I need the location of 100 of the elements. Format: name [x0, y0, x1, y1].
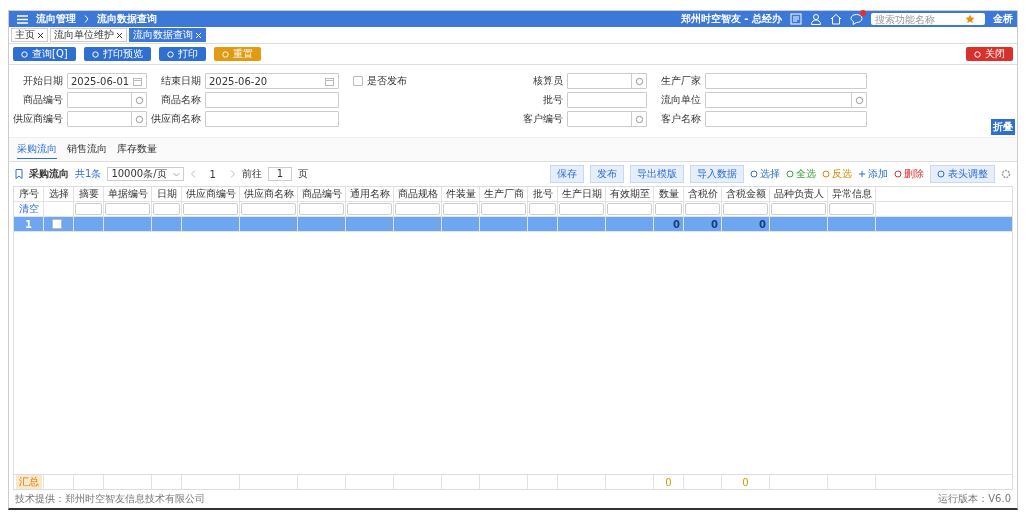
column-filter-field[interactable]	[771, 203, 826, 215]
column-filter-field[interactable]	[723, 203, 768, 215]
column-header[interactable]: 生产日期	[561, 187, 602, 201]
close-icon[interactable]	[37, 31, 44, 39]
user-icon[interactable]	[810, 13, 822, 25]
column-header[interactable]: 有效期至	[609, 187, 650, 201]
section-tab[interactable]: 库存数量	[117, 142, 157, 159]
lookup-field[interactable]	[67, 92, 147, 108]
page-tab[interactable]: 流向单位维护	[50, 28, 127, 42]
toolbar-button[interactable]: 打印	[158, 47, 206, 61]
column-header[interactable]: 异常信息	[831, 187, 872, 201]
column-header[interactable]: 商品规格	[397, 187, 438, 201]
home-icon[interactable]	[830, 13, 842, 25]
text-field[interactable]	[567, 92, 647, 108]
checkbox[interactable]	[353, 76, 363, 86]
column-filter-field[interactable]	[105, 203, 150, 215]
column-filter-field[interactable]	[481, 203, 526, 215]
document-icon[interactable]	[790, 13, 802, 25]
text-field[interactable]	[705, 111, 867, 127]
lookup-field[interactable]	[567, 111, 647, 127]
row-checkbox[interactable]	[52, 219, 62, 229]
clear-filters-link[interactable]: 清空	[18, 202, 39, 216]
column-filter-field[interactable]	[75, 203, 102, 215]
collapse-button[interactable]: 折叠	[991, 119, 1015, 135]
previous-page-icon[interactable]	[189, 170, 196, 178]
table-cell: 1	[25, 218, 32, 230]
column-adjust-button[interactable]: 表头调整	[930, 165, 995, 183]
toolbar-button[interactable]: 关闭	[966, 47, 1013, 61]
date-field[interactable]: 2025-06-20	[205, 73, 339, 89]
search-icon[interactable]	[634, 114, 644, 124]
column-header[interactable]: 批号	[532, 187, 553, 201]
grid-action-link[interactable]: 全选	[786, 167, 816, 181]
column-filter-field[interactable]	[183, 203, 238, 215]
page-size-select[interactable]: 10000条/页	[107, 167, 184, 181]
column-header[interactable]: 序号	[18, 187, 39, 201]
column-header[interactable]: 供应商名称	[243, 187, 294, 201]
column-filter-field[interactable]	[685, 203, 720, 215]
column-filter-field[interactable]	[529, 203, 556, 215]
column-filter-field[interactable]	[299, 203, 344, 215]
grid-action-link[interactable]: 添加	[858, 167, 888, 181]
page-number-field[interactable]: 1	[267, 167, 292, 181]
summary-value: 0	[742, 476, 749, 488]
menu-icon[interactable]	[17, 14, 28, 24]
next-page-icon[interactable]	[229, 170, 236, 178]
text-field[interactable]	[205, 92, 339, 108]
close-icon[interactable]	[116, 31, 123, 39]
column-filter-field[interactable]	[241, 203, 296, 215]
text-field[interactable]	[705, 73, 867, 89]
grid-action-button[interactable]: 导出模版	[630, 165, 684, 183]
column-header[interactable]: 含税金额	[725, 187, 766, 201]
star-icon[interactable]	[965, 14, 975, 24]
search-icon[interactable]	[634, 76, 644, 86]
page-tab[interactable]: 流向数据查询	[129, 28, 206, 42]
grid-action-button[interactable]: 导入数据	[690, 165, 744, 183]
grid-action-button[interactable]: 保存	[550, 165, 584, 183]
user-name[interactable]: 金桥	[993, 12, 1013, 26]
column-filter-field[interactable]	[443, 203, 478, 215]
column-header[interactable]: 商品编号	[301, 187, 342, 201]
section-tab[interactable]: 销售流向	[67, 142, 107, 159]
page-unit-label: 页	[297, 167, 308, 181]
column-filter-field[interactable]	[559, 203, 604, 215]
grid-action-button[interactable]: 发布	[590, 165, 624, 183]
column-filter-field[interactable]	[153, 203, 180, 215]
column-header[interactable]: 件装量	[445, 187, 476, 201]
chat-icon[interactable]	[850, 13, 863, 25]
calendar-icon[interactable]	[133, 76, 142, 86]
grid-action-link[interactable]: 选择	[750, 167, 780, 181]
column-filter-field[interactable]	[655, 203, 682, 215]
column-header[interactable]: 单据编号	[107, 187, 148, 201]
date-field[interactable]: 2025-06-01	[67, 73, 147, 89]
breadcrumb-item[interactable]: 流向管理	[36, 12, 76, 26]
column-filter-field[interactable]	[347, 203, 392, 215]
calendar-icon[interactable]	[325, 76, 334, 86]
settings-icon[interactable]	[1001, 169, 1011, 179]
toolbar-button[interactable]: 打印预览	[83, 47, 151, 61]
search-field[interactable]: 搜索功能名称	[871, 13, 985, 25]
column-header[interactable]: 日期	[156, 187, 177, 201]
column-header[interactable]: 选择	[48, 187, 69, 201]
table-row[interactable]: 1 0 0 0	[14, 217, 1012, 232]
column-filter-field[interactable]	[829, 203, 874, 215]
grid-action-link[interactable]: 删除	[894, 167, 924, 181]
section-tab[interactable]: 采购流向	[17, 142, 57, 159]
column-header[interactable]: 摘要	[78, 187, 99, 201]
column-filter-field[interactable]	[395, 203, 440, 215]
breadcrumb-item[interactable]: 流向数据查询	[97, 12, 157, 26]
toolbar-button[interactable]: 查询[Q]	[13, 47, 76, 61]
column-header[interactable]: 数量	[658, 187, 679, 201]
lookup-field[interactable]	[67, 111, 147, 127]
column-header[interactable]: 含税价	[687, 187, 718, 201]
column-header[interactable]: 生产厂商	[483, 187, 524, 201]
column-header[interactable]: 供应商编号	[185, 187, 236, 201]
search-icon[interactable]	[854, 95, 864, 105]
page-tab[interactable]: 主页	[11, 28, 48, 42]
lookup-field[interactable]	[705, 92, 867, 108]
column-filter-field[interactable]	[607, 203, 652, 215]
current-page[interactable]: 1	[209, 168, 216, 180]
text-field[interactable]	[205, 111, 339, 127]
column-header[interactable]: 品种负责人	[773, 187, 824, 201]
column-header[interactable]: 通用名称	[349, 187, 390, 201]
lookup-field[interactable]	[567, 73, 647, 89]
